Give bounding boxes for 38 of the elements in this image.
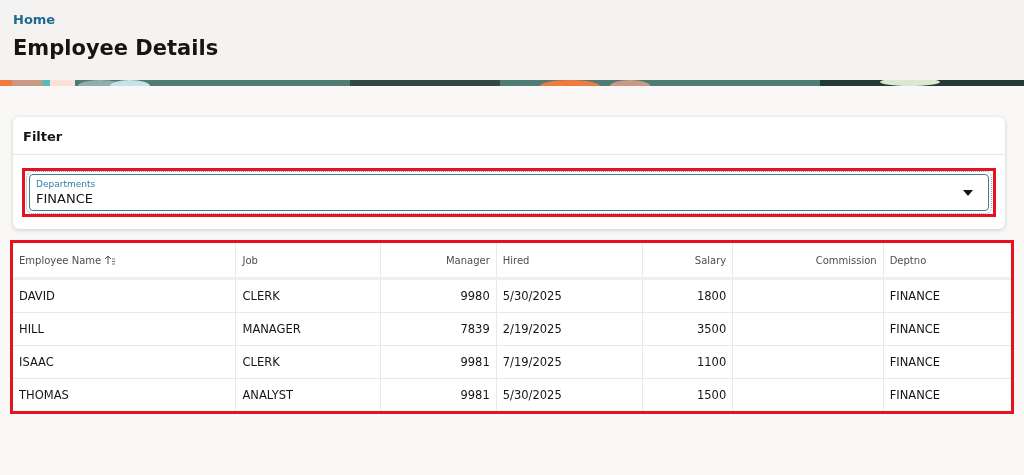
card-title: Filter <box>13 117 1005 155</box>
table-cell: CLERK <box>235 278 381 313</box>
page-title: Employee Details <box>13 36 220 60</box>
table-cell: CLERK <box>235 345 381 379</box>
column-header[interactable]: Deptno <box>883 243 1011 279</box>
table-cell: 1800 <box>642 278 733 313</box>
table-cell: 9980 <box>380 278 497 313</box>
table-cell: 9981 <box>380 345 497 379</box>
field-label: Departments <box>36 179 97 189</box>
table-cell: DAVID <box>13 278 236 313</box>
table-cell: FINANCE <box>883 278 1011 313</box>
field-value: FINANCE <box>36 191 94 206</box>
table-cell: FINANCE <box>883 378 1011 411</box>
table-cell: MANAGER <box>235 312 381 346</box>
table-cell: 2/19/2025 <box>496 312 643 346</box>
table-cell: HILL <box>13 312 236 346</box>
table-cell: THOMAS <box>13 378 236 411</box>
table-cell: 5/30/2025 <box>496 378 643 411</box>
column-header[interactable]: Hired <box>496 243 643 279</box>
column-header[interactable]: Employee Name <box>13 243 236 279</box>
table-cell: ISAAC <box>13 345 236 379</box>
table-cell: 1500 <box>642 378 733 411</box>
table-cell: 7839 <box>380 312 497 346</box>
table-cell: FINANCE <box>883 312 1011 346</box>
column-header[interactable]: Commission <box>732 243 884 279</box>
table-cell: 1100 <box>642 345 733 379</box>
breadcrumb-link[interactable]: Home <box>13 12 56 27</box>
column-header[interactable]: Manager <box>380 243 497 279</box>
table-cell: FINANCE <box>883 345 1011 379</box>
column-header[interactable]: Salary <box>642 243 733 279</box>
table-cell: 3500 <box>642 312 733 346</box>
table-cell: 7/19/2025 <box>496 345 643 379</box>
table-cell: ANALYST <box>235 378 381 411</box>
caret-icon <box>962 188 974 197</box>
table-cell: 5/30/2025 <box>496 278 643 313</box>
departments-dropdown[interactable]: Departments FINANCE <box>29 174 989 211</box>
column-header[interactable]: Job <box>235 243 381 279</box>
table-cell: 9981 <box>380 378 497 411</box>
